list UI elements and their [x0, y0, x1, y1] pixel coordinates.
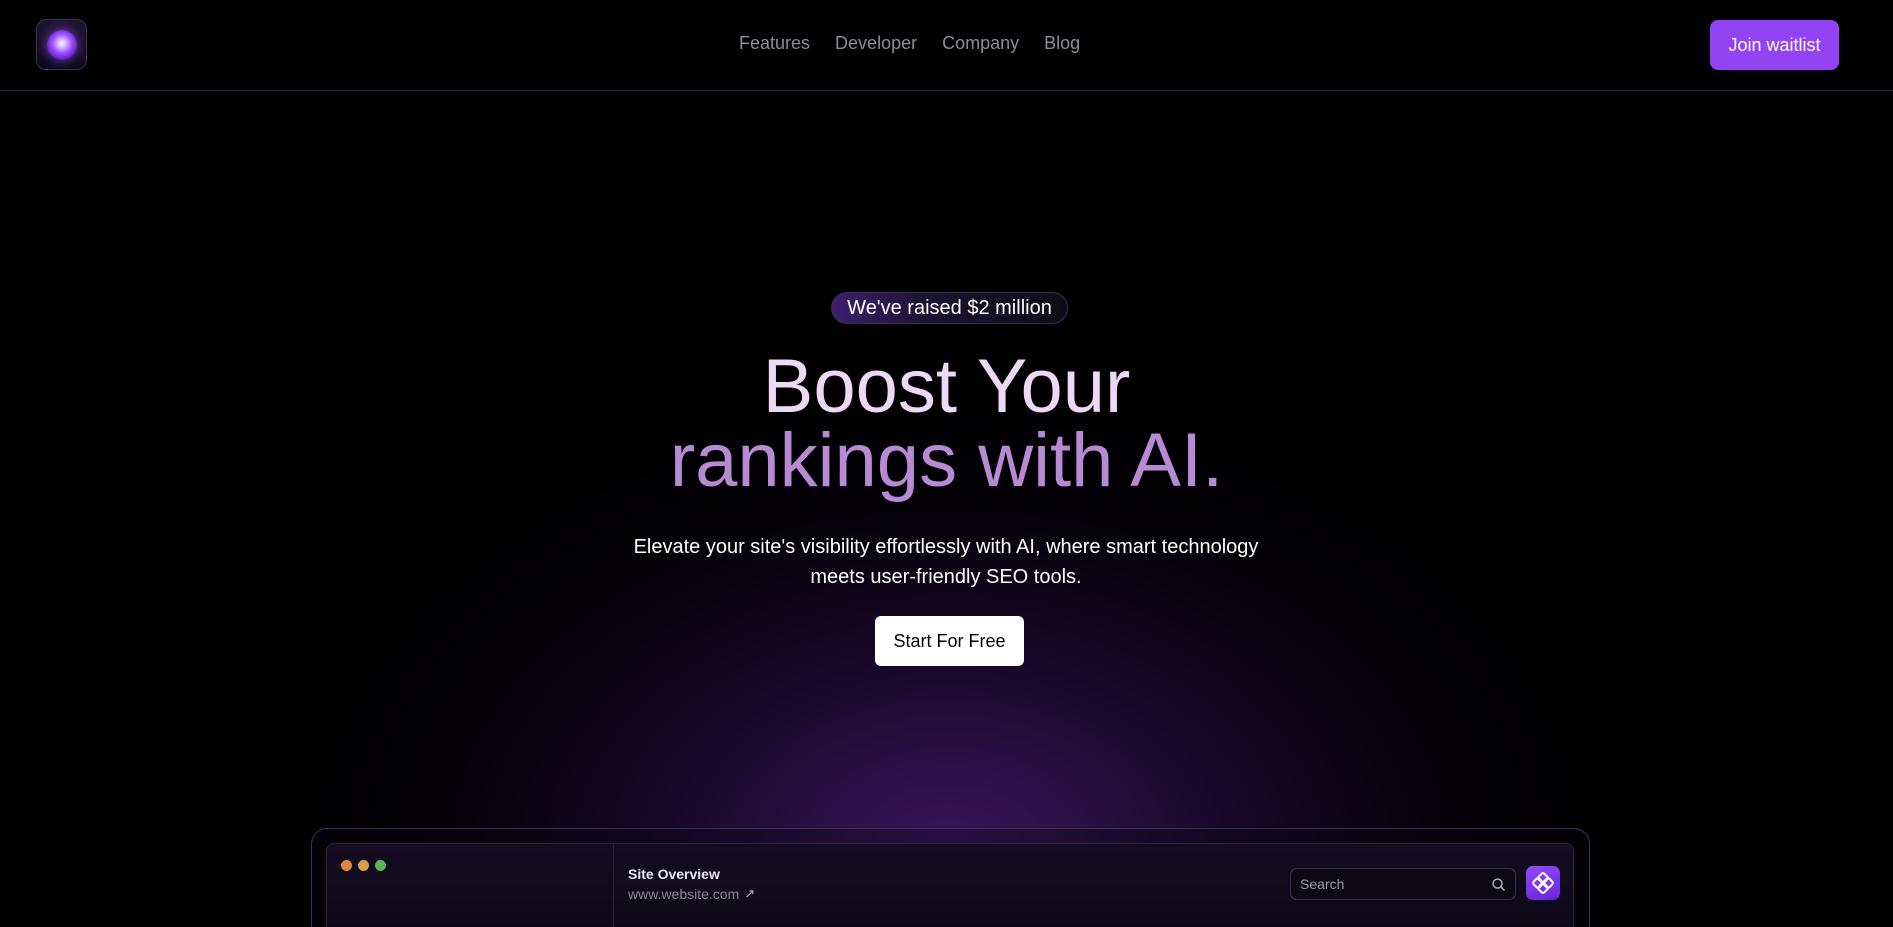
hero-title: Boost Your rankings with AI.	[0, 344, 1893, 503]
app-logo-icon[interactable]	[1526, 866, 1560, 900]
nav-link-company[interactable]: Company	[942, 33, 1019, 54]
hero-title-line-1: Boost Your	[762, 344, 1131, 429]
site-url-link[interactable]: www.website.com ↗	[628, 886, 755, 902]
arrow-up-right-icon: ↗	[744, 886, 756, 901]
orb-logo-icon	[46, 29, 77, 60]
search-box	[1290, 868, 1516, 900]
window-close-dot	[341, 860, 352, 871]
site-overview-title: Site Overview	[628, 866, 720, 882]
app-logo-glyph	[1532, 872, 1554, 894]
nav-links: Features Developer Company Blog	[739, 33, 1080, 54]
window-maximize-dot	[375, 860, 386, 871]
dashboard-preview: Site Overview www.website.com ↗	[326, 843, 1574, 927]
nav-link-blog[interactable]: Blog	[1044, 33, 1080, 54]
join-waitlist-button[interactable]: Join waitlist	[1710, 20, 1839, 70]
top-navbar: Features Developer Company Blog Join wai…	[0, 0, 1893, 91]
nav-link-features[interactable]: Features	[739, 33, 810, 54]
window-minimize-dot	[358, 860, 369, 871]
funding-badge[interactable]: We've raised $2 million	[831, 292, 1068, 324]
hero-subtitle: Elevate your site's visibility effortles…	[633, 536, 1259, 588]
search-input[interactable]	[1291, 869, 1481, 899]
hero-title-line-2: rankings with AI.	[669, 418, 1224, 503]
nav-link-developer[interactable]: Developer	[835, 33, 917, 54]
dashboard-sidebar	[327, 844, 614, 927]
start-for-free-button[interactable]: Start For Free	[875, 616, 1024, 666]
search-icon[interactable]	[1491, 877, 1506, 892]
brand-logo[interactable]	[36, 19, 87, 70]
site-url-text: www.website.com	[628, 886, 740, 902]
